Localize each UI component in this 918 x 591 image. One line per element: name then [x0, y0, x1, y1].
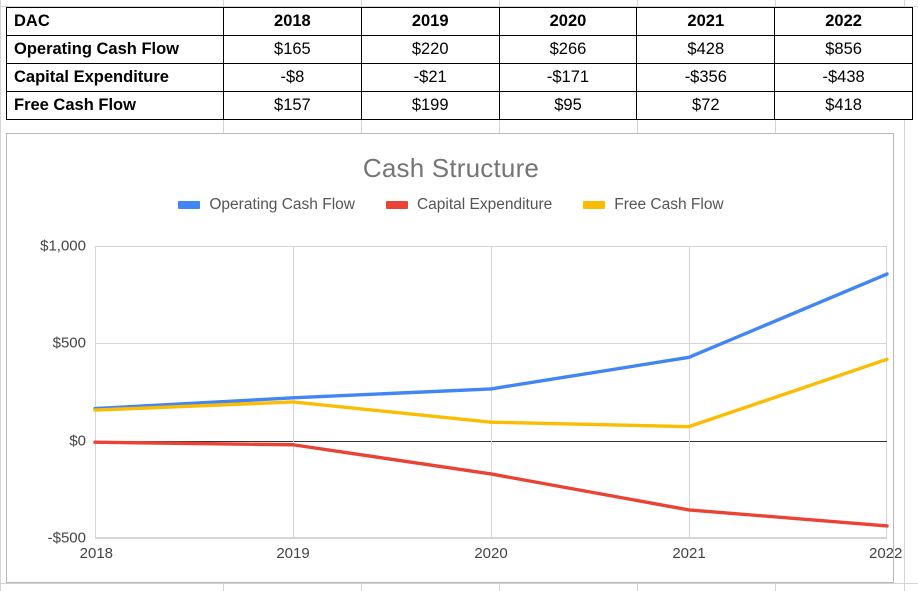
- table-header-year: 2022: [774, 7, 913, 36]
- table-cell: $418: [774, 91, 913, 120]
- legend-item-label: Capital Expenditure: [416, 196, 553, 213]
- table-cell: -$21: [360, 63, 500, 92]
- series-line: [93, 440, 889, 528]
- table-row: Capital Expenditure -$8 -$21 -$171 -$356…: [6, 63, 913, 92]
- table-cell: $428: [636, 35, 776, 64]
- chart-plot-area: $1,000 $500 $0 -$500 2018 2019 2020 2021 2022: [40, 238, 902, 563]
- table-cell: -$356: [636, 63, 776, 92]
- gridline-horizontal: [95, 538, 887, 539]
- x-axis-tick-label: 2022: [868, 545, 903, 562]
- table-header-row: DAC 2018 2019 2020 2021 2022: [6, 7, 913, 36]
- table-header-year: 2019: [360, 7, 500, 36]
- table-header-year: 2020: [498, 7, 638, 36]
- legend-item-free-cash-flow[interactable]: Free Cash Flow: [583, 196, 724, 214]
- y-axis-tick-label: $500: [52, 334, 86, 352]
- sheet-gridline-vertical: [0, 0, 1, 591]
- y-axis-tick-label: -$500: [47, 529, 86, 547]
- chart-legend: Operating Cash Flow Capital Expenditure …: [7, 196, 895, 214]
- table-header-year: 2018: [223, 7, 362, 36]
- table-cell: $72: [636, 91, 776, 120]
- x-axis-tick-label: 2021: [672, 545, 706, 562]
- table-header-year: 2021: [636, 7, 776, 36]
- financial-data-table: DAC 2018 2019 2020 2021 2022 Operating C…: [6, 7, 913, 120]
- table-row-label: Operating Cash Flow: [6, 35, 224, 64]
- legend-item-label: Operating Cash Flow: [209, 196, 355, 213]
- series-line: [93, 272, 889, 411]
- table-cell: $266: [498, 35, 638, 64]
- legend-color-swatch: [178, 201, 201, 209]
- chart-series-lines: [93, 272, 889, 528]
- table-cell: $220: [360, 35, 500, 64]
- y-axis-tick-label: $0: [69, 432, 86, 450]
- table-cell: $856: [774, 35, 913, 64]
- table-cell: -$438: [774, 63, 913, 92]
- table-row: Operating Cash Flow $165 $220 $266 $428 …: [6, 35, 913, 64]
- table-cell: $165: [223, 35, 362, 64]
- y-axis-tick-label: $1,000: [40, 237, 86, 255]
- table-row-label: Capital Expenditure: [6, 63, 224, 92]
- table-row-label: Free Cash Flow: [6, 91, 224, 120]
- legend-item-label: Free Cash Flow: [614, 196, 724, 213]
- table-cell: $199: [360, 91, 500, 120]
- legend-item-operating-cash-flow[interactable]: Operating Cash Flow: [178, 196, 355, 214]
- table-cell: -$171: [498, 63, 638, 92]
- line-chart[interactable]: Cash Structure Operating Cash Flow Capit…: [6, 133, 902, 583]
- legend-color-swatch: [385, 201, 408, 209]
- chart-title: Cash Structure: [362, 153, 540, 183]
- table-cell: $95: [498, 91, 638, 120]
- legend-item-capital-expenditure[interactable]: Capital Expenditure: [385, 196, 553, 214]
- table-cell: $157: [223, 91, 362, 120]
- legend-color-swatch: [583, 201, 606, 209]
- x-axis-tick-label: 2019: [276, 545, 310, 562]
- table-corner-label: DAC: [6, 7, 224, 36]
- table-cell: -$8: [223, 63, 362, 92]
- series-line: [93, 357, 889, 429]
- table-row: Free Cash Flow $157 $199 $95 $72 $418: [6, 91, 913, 120]
- x-axis-tick-label: 2018: [79, 545, 114, 562]
- x-axis-tick-label: 2020: [474, 545, 508, 562]
- sheet-gridline-horizontal: [0, 583, 918, 584]
